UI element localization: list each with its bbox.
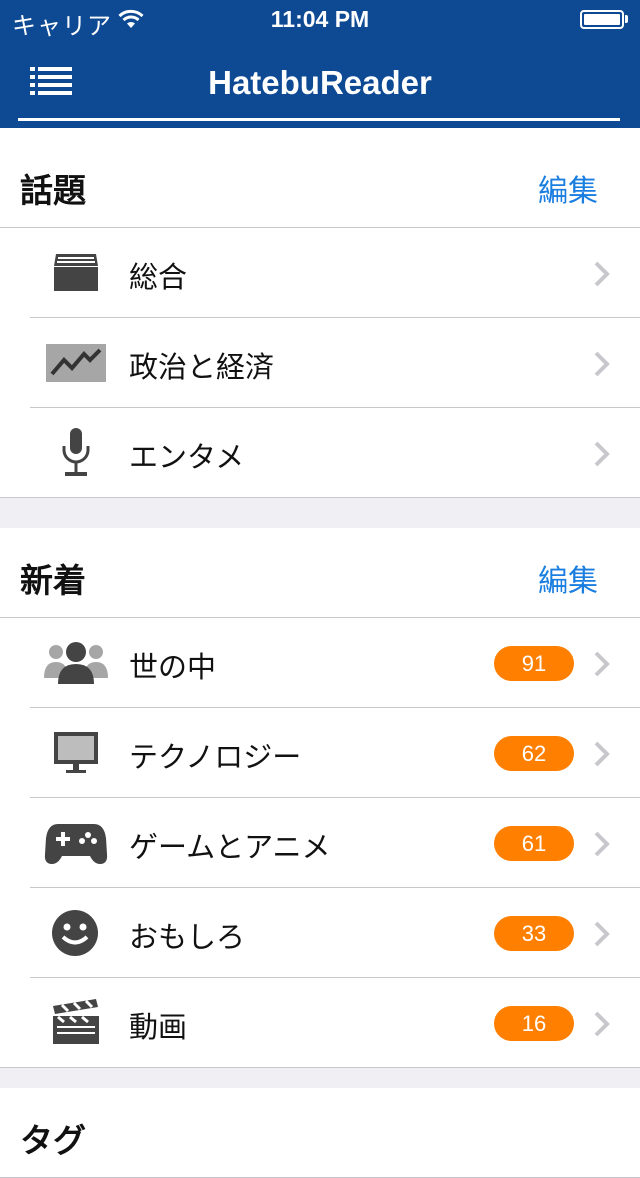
chevron-right-icon [594, 1011, 610, 1037]
count-badge: 33 [494, 916, 574, 951]
list-item-technology[interactable]: テクノロジー 62 [0, 708, 640, 798]
section-title-new: 新着 [20, 561, 86, 600]
chevron-right-icon [594, 441, 610, 467]
list-item-label: 動画 [129, 1010, 188, 1044]
header-underline [18, 118, 620, 121]
list-item-label: テクノロジー [129, 740, 302, 774]
chevron-right-icon [594, 651, 610, 677]
list-item-label: ゲームとアニメ [129, 830, 331, 864]
chevron-right-icon [594, 921, 610, 947]
status-bar: キャリア 11:04 PM [0, 0, 640, 40]
count-badge: 16 [494, 1006, 574, 1041]
count-badge: 62 [494, 736, 574, 771]
chart-line-icon [46, 344, 106, 382]
list-item-label: エンタメ [129, 440, 245, 474]
count-badge: 91 [494, 646, 574, 681]
app-title: HatebuReader [208, 64, 432, 101]
chevron-right-icon [594, 351, 610, 377]
list-item-entertainment[interactable]: エンタメ [0, 408, 640, 498]
monitor-icon [54, 732, 98, 773]
microphone-icon [62, 428, 90, 476]
section-header-new: 新着 編集 [0, 528, 640, 618]
section-title-hot: 話題 [20, 171, 86, 210]
list-item-politics-economy[interactable]: 政治と経済 [0, 318, 640, 408]
chevron-right-icon [594, 261, 610, 287]
list-item-label: 世の中 [129, 650, 217, 684]
section-gap [0, 1068, 640, 1088]
chevron-right-icon [594, 741, 610, 767]
list-item-society[interactable]: 世の中 91 [0, 618, 640, 708]
inbox-icon [54, 254, 98, 291]
count-badge: 61 [494, 826, 574, 861]
list-item-video[interactable]: 動画 16 [0, 978, 640, 1068]
navigation-bar: キャリア 11:04 PM HatebuReader [0, 0, 640, 128]
list-item-funny[interactable]: おもしろ 33 [0, 888, 640, 978]
list-item-sougou[interactable]: 総合 [0, 228, 640, 318]
list-item-label: おもしろ [129, 920, 246, 954]
section-gap [0, 498, 640, 528]
list-item-games-anime[interactable]: ゲームとアニメ 61 [0, 798, 640, 888]
people-icon [44, 642, 108, 684]
edit-button-hot[interactable]: 編集 [538, 166, 598, 210]
clapperboard-icon [53, 999, 99, 1044]
battery-icon [580, 10, 624, 29]
edit-button-new[interactable]: 編集 [538, 556, 598, 600]
smiley-icon [52, 910, 98, 956]
status-time: 11:04 PM [270, 6, 370, 32]
chevron-right-icon [594, 831, 610, 857]
section-header-tags: タグ [0, 1088, 640, 1178]
list-item-label: 総合 [129, 260, 188, 294]
section-header-hot: 話題 編集 [0, 138, 640, 228]
gamepad-icon [44, 824, 108, 864]
section-title-tags: タグ [20, 1121, 86, 1160]
list-item-label: 政治と経済 [129, 350, 275, 384]
battery-tip [625, 15, 628, 23]
